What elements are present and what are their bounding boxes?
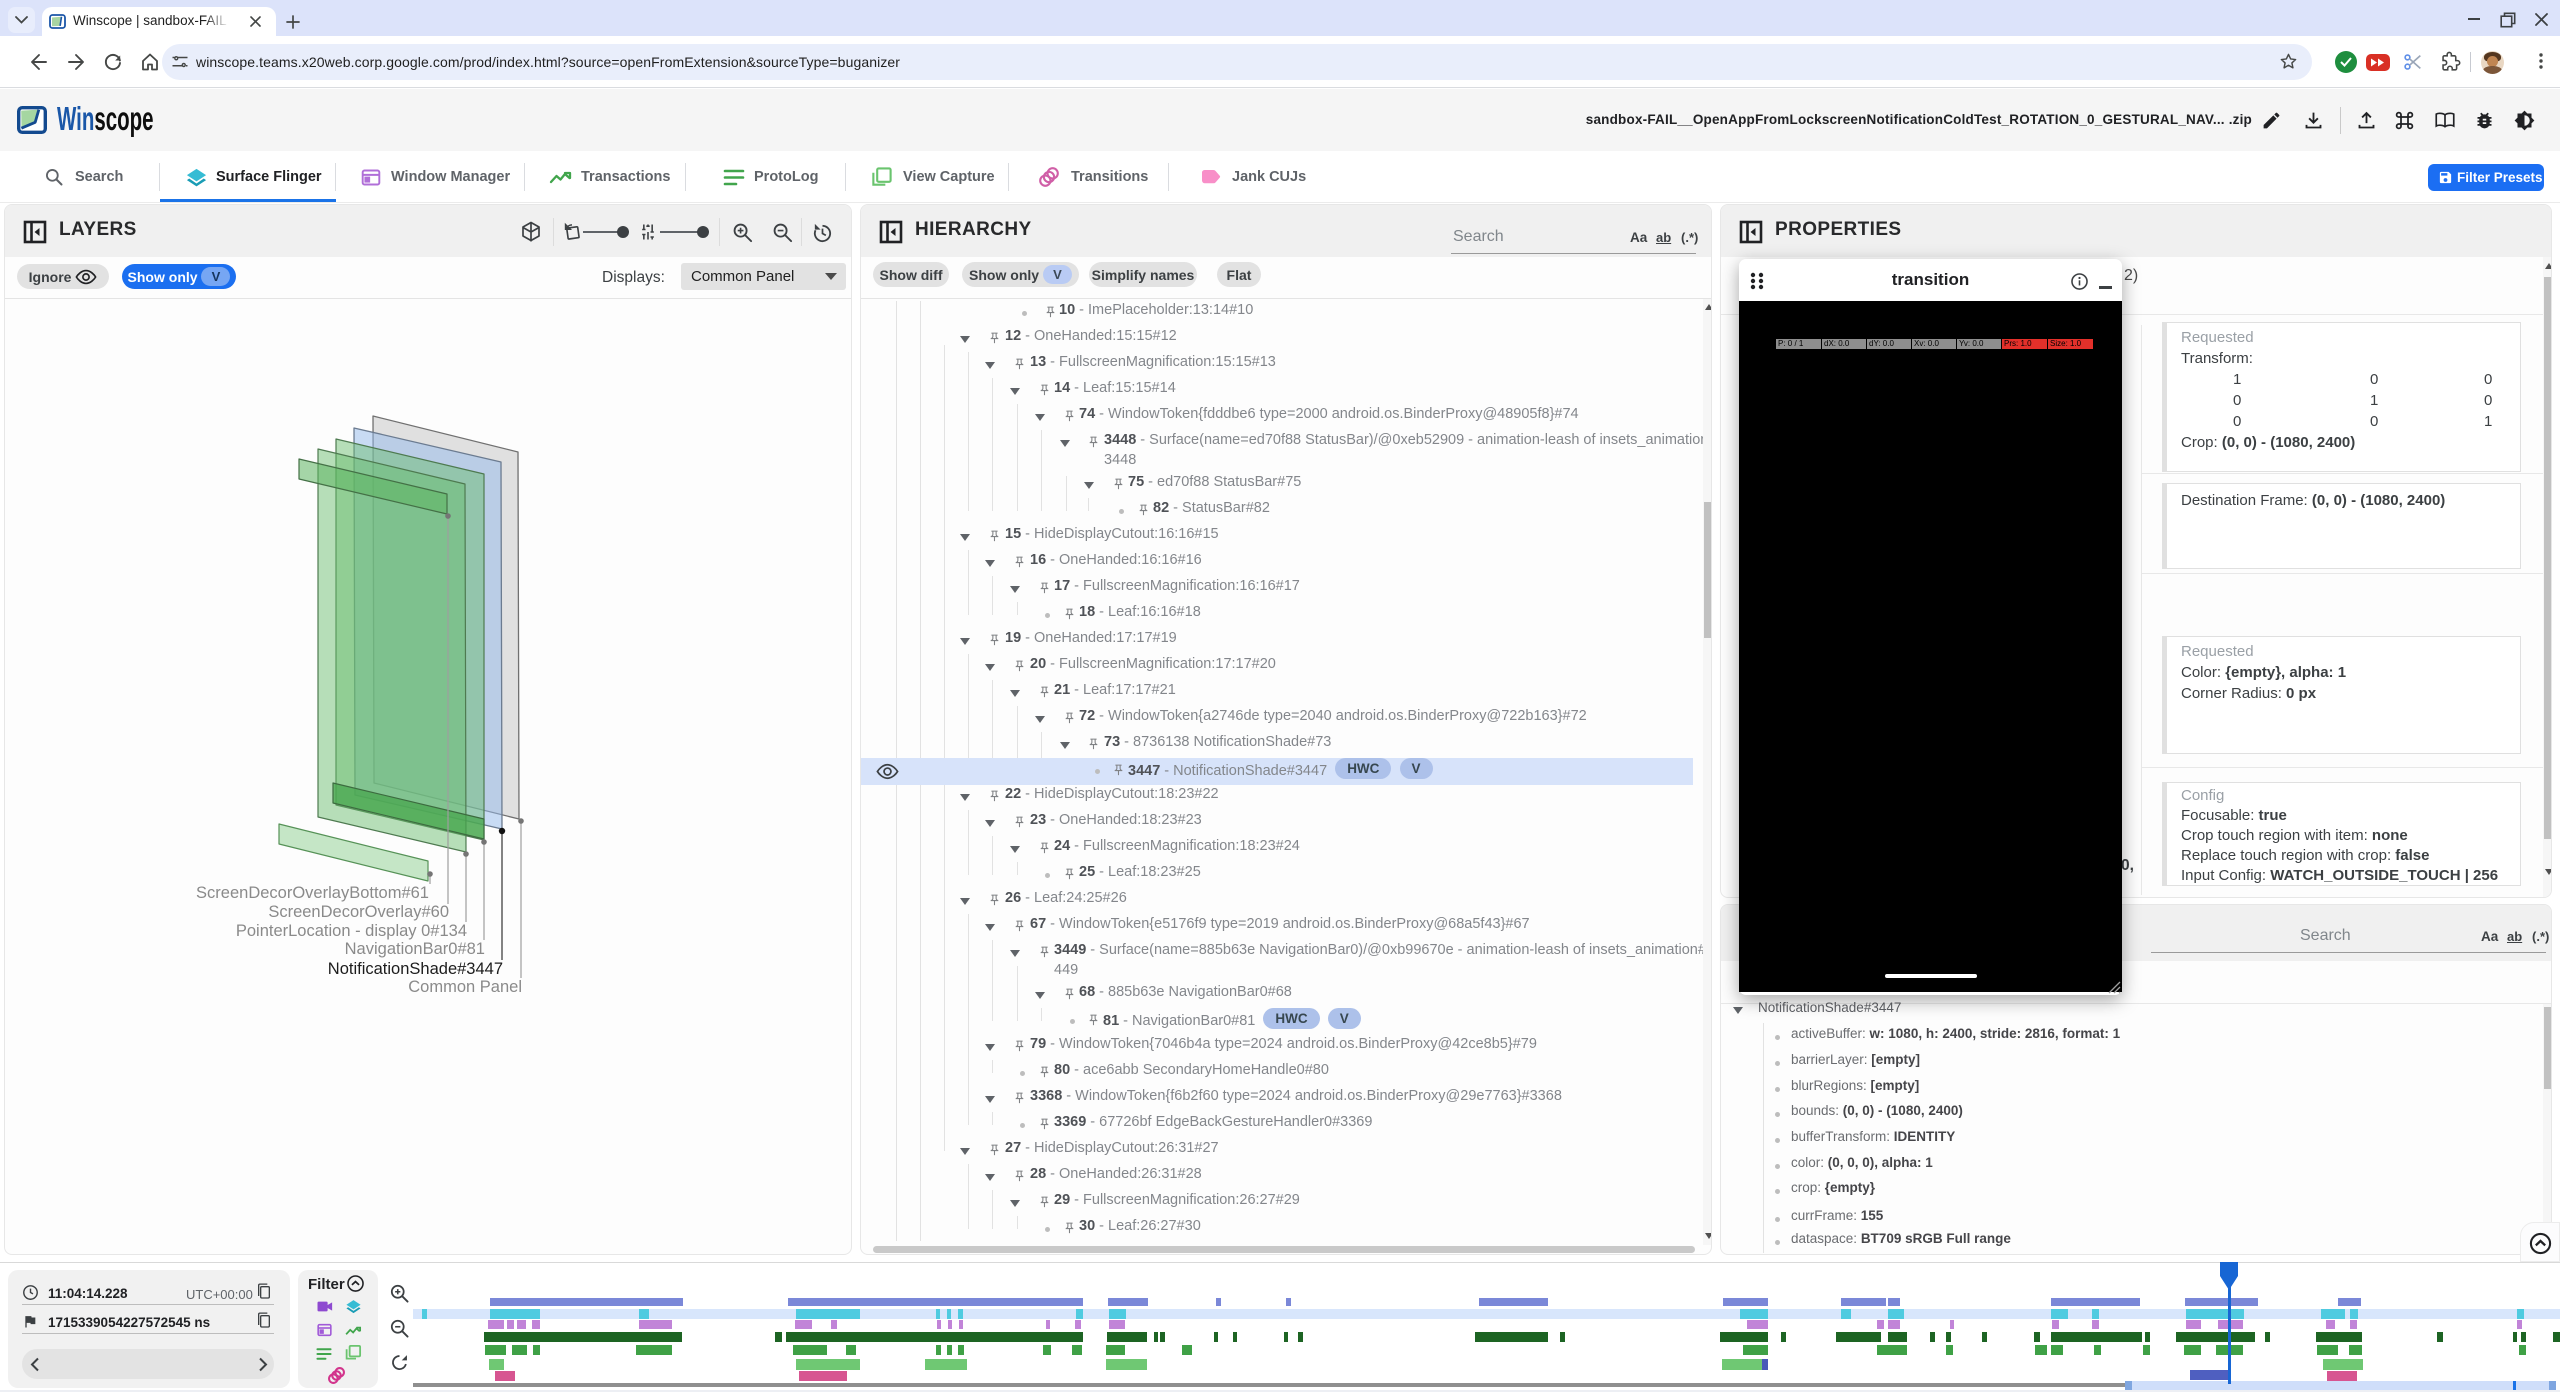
svg-text:PointerLocation - display 0#13: PointerLocation - display 0#134	[236, 922, 467, 940]
svg-text:NotificationShade#3447: NotificationShade#3447	[328, 960, 503, 978]
svg-text:Common Panel: Common Panel	[408, 978, 522, 996]
svg-text:NavigationBar0#81: NavigationBar0#81	[345, 940, 485, 958]
svg-text:ScreenDecorOverlayBottom#61: ScreenDecorOverlayBottom#61	[196, 884, 429, 902]
svg-text:ScreenDecorOverlay#60: ScreenDecorOverlay#60	[268, 903, 449, 921]
